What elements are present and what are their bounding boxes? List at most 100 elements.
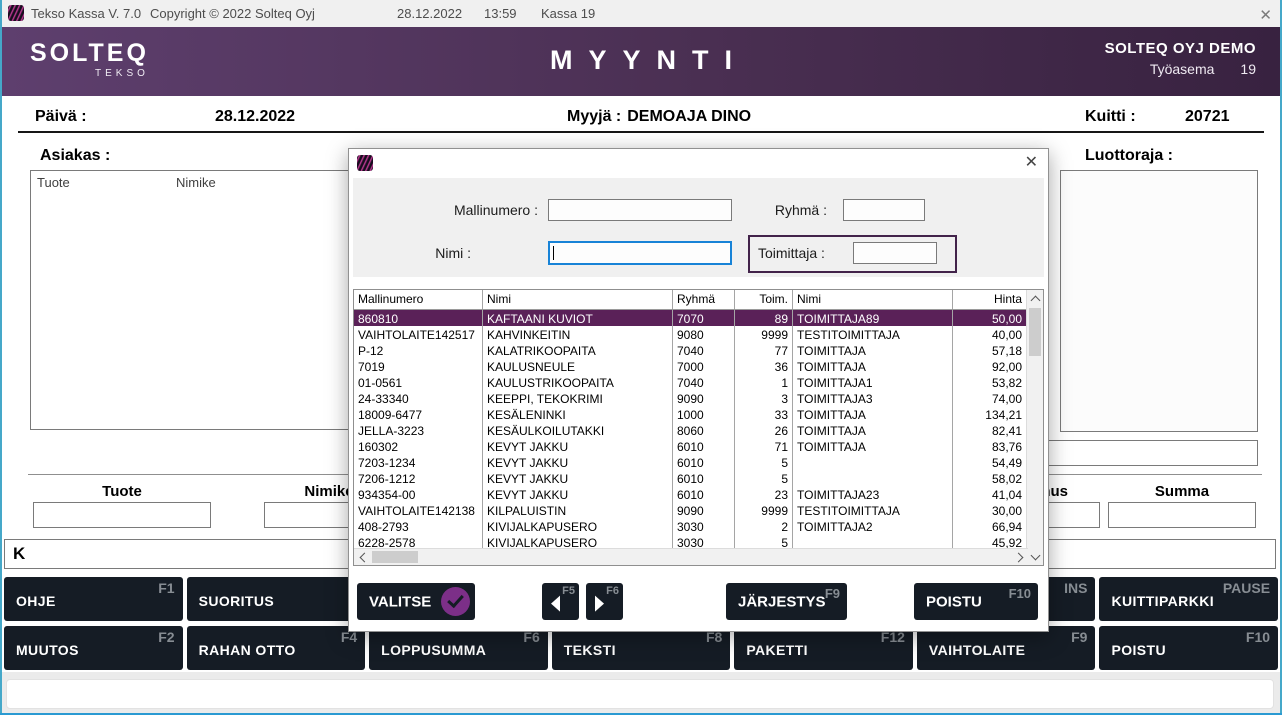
- table-row[interactable]: P-12KALATRIKOOPAITA704077TOIMITTAJA57,18: [354, 342, 1026, 358]
- horizontal-scroll-thumb[interactable]: [372, 551, 418, 563]
- table-row[interactable]: JELLA-3223KESÄULKOILUTAKKI806026TOIMITTA…: [354, 422, 1026, 438]
- table-row[interactable]: 934354-00KEVYT JAKKU601023TOIMITTAJA2341…: [354, 486, 1026, 502]
- column-header: Nimi: [483, 290, 673, 309]
- table-cell: 860810: [354, 310, 483, 326]
- product-input[interactable]: [33, 502, 211, 528]
- supplier-input[interactable]: [853, 242, 937, 264]
- table-cell: 7206-1212: [354, 470, 483, 486]
- titlebar: Tekso Kassa V. 7.0 Copyright © 2022 Solt…: [0, 0, 1282, 27]
- fk-button-suoritus[interactable]: SUORITUS: [187, 577, 366, 621]
- table-cell: KEVYT JAKKU: [483, 438, 673, 454]
- table-cell: 89: [735, 310, 793, 326]
- fk-button-label: LOPPUSUMMA: [381, 642, 486, 658]
- table-cell: 7019: [354, 358, 483, 374]
- close-icon[interactable]: ✕: [1259, 6, 1272, 24]
- fk-button-label: RAHAN OTTO: [199, 642, 296, 658]
- fk-button-label: MUUTOS: [16, 642, 79, 658]
- table-row[interactable]: 18009-6477KESÄLENINKI100033TOIMITTAJA134…: [354, 406, 1026, 422]
- table-cell: KAULUSNEULE: [483, 358, 673, 374]
- fk-button-kuittiparkki[interactable]: KUITTIPARKKIPAUSE: [1099, 577, 1278, 621]
- table-cell: 6010: [673, 486, 735, 502]
- credit-limit-label: Luottoraja :: [1085, 147, 1173, 165]
- fk-button-vaihtolaite[interactable]: VAIHTOLAITEF9: [917, 626, 1096, 670]
- table-cell: KESÄULKOILUTAKKI: [483, 422, 673, 438]
- scroll-down-icon[interactable]: [1027, 548, 1044, 565]
- table-cell: 408-2793: [354, 518, 483, 534]
- fk-button-muutos[interactable]: MUUTOSF2: [4, 626, 183, 670]
- screen-title: MYYNTI: [534, 45, 748, 76]
- group-input[interactable]: [843, 199, 925, 221]
- table-cell: 01-0561: [354, 374, 483, 390]
- table-row[interactable]: 860810KAFTAANI KUVIOT707089TOIMITTAJA895…: [354, 310, 1026, 326]
- table-cell: TOIMITTAJA23: [793, 486, 953, 502]
- table-row[interactable]: 01-0561KAULUSTRIKOOPAITA70401TOIMITTAJA1…: [354, 374, 1026, 390]
- fk-button-rahan-otto[interactable]: RAHAN OTTOF4: [187, 626, 366, 670]
- store-name: SOLTEQ OYJ DEMO: [1105, 40, 1256, 57]
- text-caret: [553, 246, 554, 260]
- vertical-scrollbar[interactable]: [1026, 290, 1043, 565]
- dialog-close-icon[interactable]: ✕: [1025, 152, 1038, 172]
- model-number-input[interactable]: [548, 199, 732, 221]
- scroll-right-icon[interactable]: [1011, 549, 1028, 566]
- table-cell: TOIMITTAJA3: [793, 390, 953, 406]
- fk-button-label: PAKETTI: [746, 642, 808, 658]
- dialog-exit-button[interactable]: POISTU F10: [914, 583, 1038, 620]
- table-cell: 3030: [673, 518, 735, 534]
- table-cell: 33: [735, 406, 793, 422]
- horizontal-scrollbar[interactable]: [354, 548, 1028, 565]
- titlebar-time: 13:59: [484, 6, 517, 21]
- fk-button-poistu[interactable]: POISTUF10: [1099, 626, 1278, 670]
- table-cell: KAHVINKEITIN: [483, 326, 673, 342]
- fk-key-label: F9: [1071, 629, 1087, 645]
- table-cell: 53,82: [953, 374, 1026, 390]
- fk-button-teksti[interactable]: TEKSTIF8: [552, 626, 731, 670]
- table-row[interactable]: 408-2793KIVIJALKAPUSERO30302TOIMITTAJA26…: [354, 518, 1026, 534]
- titlebar-date: 28.12.2022: [397, 6, 462, 21]
- table-cell: JELLA-3223: [354, 422, 483, 438]
- table-row[interactable]: 24-33340KEEPPI, TEKOKRIMI90903TOIMITTAJA…: [354, 390, 1026, 406]
- fk-button-label: OHJE: [16, 593, 56, 609]
- select-button[interactable]: VALITSE: [357, 583, 475, 620]
- scroll-left-icon[interactable]: [354, 549, 371, 566]
- table-row[interactable]: 160302KEVYT JAKKU601071TOIMITTAJA83,76: [354, 438, 1026, 454]
- table-row[interactable]: 7203-1234KEVYT JAKKU6010554,49: [354, 454, 1026, 470]
- sort-button[interactable]: JÄRJESTYS F9: [726, 583, 847, 620]
- model-number-label: Mallinumero :: [408, 202, 538, 218]
- customer-label: Asiakas :: [40, 147, 110, 165]
- date-label: Päivä :: [35, 108, 87, 126]
- fk-button-ohje[interactable]: OHJEF1: [4, 577, 183, 621]
- vertical-scroll-thumb[interactable]: [1029, 308, 1041, 356]
- table-cell: TESTITOIMITTAJA: [793, 326, 953, 342]
- total-input[interactable]: [1108, 502, 1256, 528]
- seller-value: DEMOAJA DINO: [627, 108, 751, 125]
- dialog-table-body: 860810KAFTAANI KUVIOT707089TOIMITTAJA895…: [354, 310, 1026, 550]
- scroll-up-icon[interactable]: [1027, 290, 1044, 307]
- table-cell: 77: [735, 342, 793, 358]
- table-cell: 2: [735, 518, 793, 534]
- dialog-app-icon: [357, 155, 373, 171]
- next-page-button[interactable]: F6: [586, 583, 623, 620]
- receipt-value: 20721: [1185, 108, 1230, 126]
- fk-button-loppusumma[interactable]: LOPPUSUMMAF6: [369, 626, 548, 670]
- dialog-table-header: MallinumeroNimiRyhmäToim.NimiHinta: [354, 290, 1026, 310]
- table-cell: TOIMITTAJA: [793, 406, 953, 422]
- store-block: SOLTEQ OYJ DEMO Työasema19: [1105, 40, 1256, 77]
- name-search-input[interactable]: [548, 241, 732, 265]
- prev-page-button[interactable]: F5: [542, 583, 579, 620]
- table-row[interactable]: 7019KAULUSNEULE700036TOIMITTAJA92,00: [354, 358, 1026, 374]
- table-cell: TOIMITTAJA: [793, 358, 953, 374]
- table-cell: KEEPPI, TEKOKRIMI: [483, 390, 673, 406]
- table-cell: TOIMITTAJA: [793, 438, 953, 454]
- table-row[interactable]: VAIHTOLAITE142517KAHVINKEITIN90809999TES…: [354, 326, 1026, 342]
- column-header: Mallinumero: [354, 290, 483, 309]
- table-row[interactable]: 7206-1212KEVYT JAKKU6010558,02: [354, 470, 1026, 486]
- table-cell: 83,76: [953, 438, 1026, 454]
- table-row[interactable]: VAIHTOLAITE142138KILPALUISTIN90909999TES…: [354, 502, 1026, 518]
- table-cell: KESÄLENINKI: [483, 406, 673, 422]
- fk-button-paketti[interactable]: PAKETTIF12: [734, 626, 913, 670]
- table-cell: 1000: [673, 406, 735, 422]
- next-key: F6: [606, 585, 619, 597]
- dialog-exit-key: F10: [1009, 586, 1031, 601]
- table-cell: 26: [735, 422, 793, 438]
- table-cell: 50,00: [953, 310, 1026, 326]
